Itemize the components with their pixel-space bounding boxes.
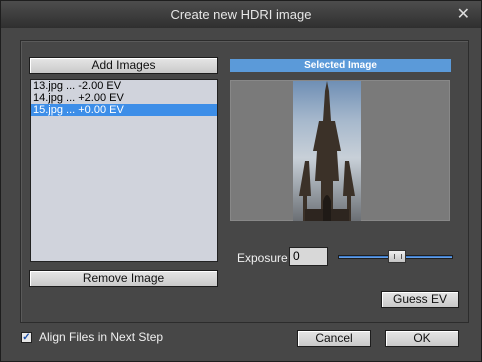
close-icon[interactable]: ✕: [457, 4, 470, 24]
hdri-dialog: Create new HDRI image ✕ Add Images 13.jp…: [0, 0, 482, 362]
align-files-label: Align Files in Next Step: [39, 330, 164, 344]
exposure-input[interactable]: 0: [289, 247, 328, 266]
add-images-button[interactable]: Add Images: [29, 57, 218, 74]
list-item[interactable]: 14.jpg ... +2.00 EV: [31, 92, 217, 104]
align-files-checkbox[interactable]: ✓: [21, 332, 32, 343]
list-item-selected[interactable]: 15.jpg ... +0.00 EV: [31, 104, 217, 116]
image-list[interactable]: 13.jpg ... -2.00 EV 14.jpg ... +2.00 EV …: [30, 79, 218, 262]
preview-photo: [293, 81, 361, 221]
title-bar[interactable]: Create new HDRI image ✕: [1, 1, 481, 28]
cancel-label: Cancel: [315, 331, 353, 345]
ok-label: OK: [413, 331, 431, 345]
image-preview: [230, 80, 450, 221]
list-item[interactable]: 13.jpg ... -2.00 EV: [31, 80, 217, 92]
ok-button[interactable]: OK: [385, 330, 459, 347]
remove-image-label: Remove Image: [82, 271, 165, 285]
dialog-title: Create new HDRI image: [170, 7, 312, 22]
selected-image-header: Selected Image: [230, 59, 451, 72]
cancel-button[interactable]: Cancel: [297, 330, 371, 347]
guess-ev-button[interactable]: Guess EV: [381, 291, 459, 308]
monument-image: [299, 81, 355, 221]
exposure-label: Exposure: [237, 251, 288, 265]
exposure-slider-thumb[interactable]: [388, 250, 406, 263]
remove-image-button[interactable]: Remove Image: [29, 270, 218, 287]
add-images-label: Add Images: [91, 58, 156, 72]
guess-ev-label: Guess EV: [392, 292, 448, 306]
